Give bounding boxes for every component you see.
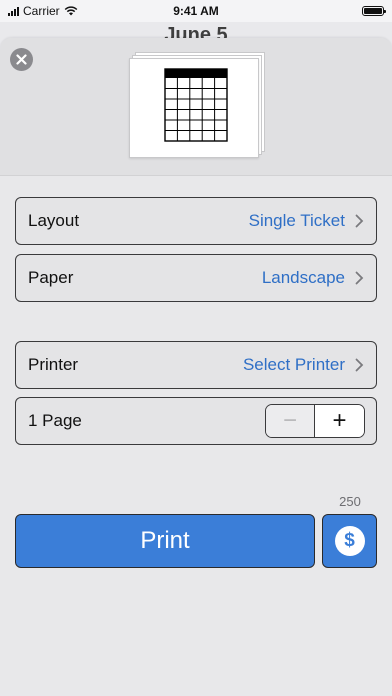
ticket-grid-preview	[164, 68, 228, 142]
carrier-label: Carrier	[23, 4, 60, 18]
credits-count: 250	[339, 494, 361, 509]
status-right	[362, 6, 386, 16]
decrement-button[interactable]: −	[266, 405, 315, 437]
wifi-icon	[64, 6, 77, 16]
paper-row[interactable]: Paper Landscape	[15, 254, 377, 302]
paper-label: Paper	[28, 268, 74, 287]
status-bar: Carrier 9:41 AM	[0, 0, 392, 22]
print-preview	[129, 52, 265, 158]
battery-icon	[362, 6, 386, 16]
paper-value: Landscape	[261, 268, 345, 287]
printer-row[interactable]: Printer Select Printer	[15, 341, 377, 389]
status-left: Carrier	[8, 4, 78, 18]
printer-label: Printer	[28, 355, 79, 374]
layout-row[interactable]: Layout Single Ticket	[15, 197, 377, 245]
dollar-icon: $	[334, 526, 365, 556]
close-button[interactable]	[10, 48, 33, 71]
increment-button[interactable]: +	[315, 405, 364, 437]
page-count-stepper: − +	[265, 404, 365, 438]
signal-icon	[8, 6, 19, 16]
chevron-right-icon	[355, 214, 364, 228]
pages-label: 1 Page	[28, 411, 82, 430]
pages-row: 1 Page − +	[15, 397, 377, 445]
buy-credits-button[interactable]: $	[322, 514, 377, 568]
preview-area	[0, 38, 392, 176]
chevron-right-icon	[355, 271, 364, 285]
preview-page-front	[129, 58, 259, 158]
print-sheet: Layout Single Ticket Paper Landscape Pri…	[0, 38, 392, 696]
layout-label: Layout	[28, 211, 80, 230]
layout-value: Single Ticket	[248, 211, 345, 230]
chevron-right-icon	[355, 358, 364, 372]
close-icon	[16, 54, 27, 65]
printer-value: Select Printer	[242, 355, 345, 374]
print-button[interactable]: Print	[15, 514, 315, 568]
